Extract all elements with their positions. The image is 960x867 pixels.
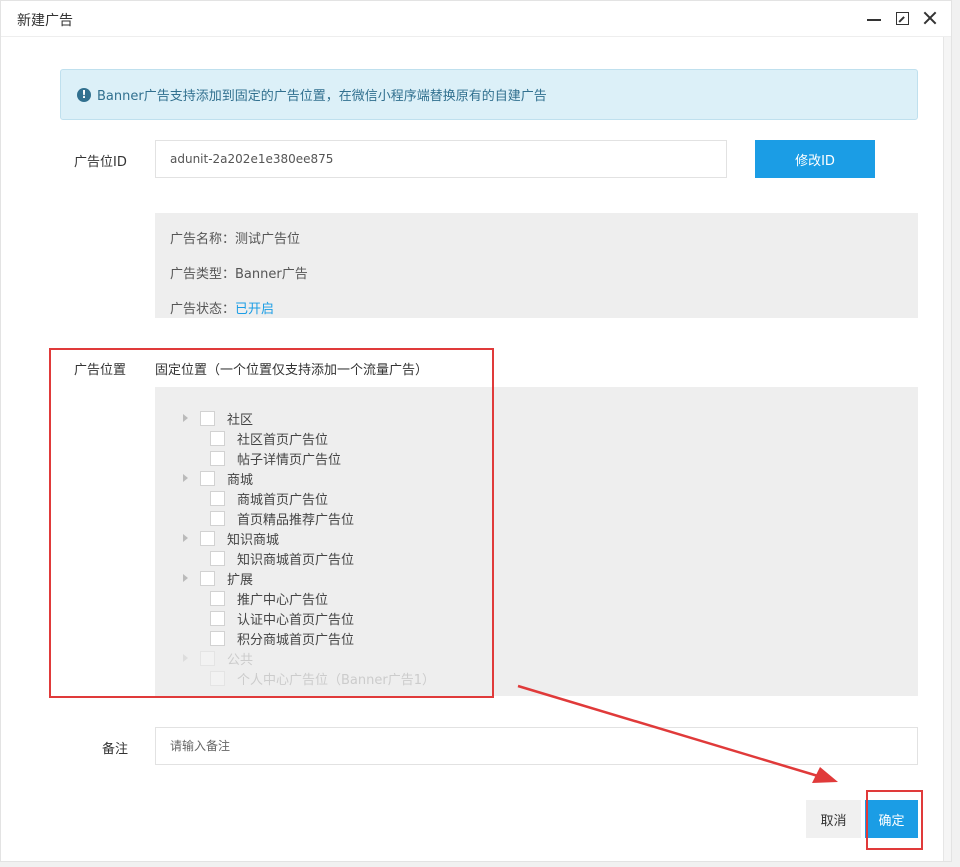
tree-node-mall-home[interactable]: 商城首页广告位	[155, 488, 918, 508]
ad-name-row: 广告名称： 测试广告位	[170, 220, 903, 255]
checkbox[interactable]	[200, 470, 215, 486]
checkbox[interactable]	[200, 570, 215, 586]
ad-type-row: 广告类型： Banner广告	[170, 255, 903, 290]
ad-type-value: Banner广告	[235, 267, 308, 282]
checkbox[interactable]	[210, 630, 225, 646]
checkbox[interactable]	[210, 550, 225, 566]
window-controls	[865, 9, 939, 27]
info-alert: ! Banner广告支持添加到固定的广告位置，在微信小程序端替换原有的自建广告	[60, 69, 918, 120]
checkbox[interactable]	[210, 590, 225, 606]
dialog-titlebar: 新建广告	[1, 1, 951, 37]
minimize-icon[interactable]	[865, 9, 883, 27]
new-ad-dialog: 新建广告 ! Banner广告支持添加到固定的广告位置，在微信小程序端替换原有的…	[0, 0, 952, 862]
ad-unit-id-label: 广告位ID	[74, 155, 127, 170]
tree-node-community-home[interactable]: 社区首页广告位	[155, 428, 918, 448]
expand-arrow-icon[interactable]	[183, 414, 188, 422]
tree-node-label: 知识商城首页广告位	[237, 552, 355, 568]
checkbox[interactable]	[200, 410, 215, 426]
ad-type-label: 广告类型：	[170, 267, 236, 282]
modify-id-button[interactable]: 修改ID	[755, 140, 875, 178]
tree-node-home-featured[interactable]: 首页精品推荐广告位	[155, 508, 918, 528]
exclamation-circle-icon: !	[77, 87, 91, 102]
remark-input[interactable]	[155, 727, 918, 765]
checkbox[interactable]	[200, 530, 215, 546]
expand-arrow-icon[interactable]	[183, 474, 188, 482]
position-tree: 社区 社区首页广告位 帖子详情页广告位 商城 商城首页广告位 首页精品推荐广告位…	[155, 387, 918, 696]
ad-status-value: 已开启	[235, 302, 275, 317]
ad-position-label: 广告位置	[74, 363, 127, 378]
close-icon[interactable]	[921, 9, 939, 27]
tree-node-label: 推广中心广告位	[237, 592, 329, 608]
ad-name-label: 广告名称：	[170, 232, 236, 247]
tree-node-label: 积分商城首页广告位	[237, 632, 355, 648]
confirm-button[interactable]: 确定	[865, 800, 918, 838]
expand-arrow-icon[interactable]	[183, 574, 188, 582]
tree-node-extension[interactable]: 扩展	[155, 568, 918, 588]
tree-node-label: 社区首页广告位	[237, 432, 329, 448]
tree-node-community[interactable]: 社区	[155, 408, 918, 428]
tree-node-mall[interactable]: 商城	[155, 468, 918, 488]
tree-node-label: 帖子详情页广告位	[237, 452, 342, 468]
expand-arrow-icon	[183, 654, 188, 662]
tree-node-knowledge-mall[interactable]: 知识商城	[155, 528, 918, 548]
tree-node-label: 认证中心首页广告位	[237, 612, 355, 628]
checkbox	[210, 670, 225, 686]
ad-unit-id-input[interactable]	[155, 140, 727, 178]
remark-label: 备注	[102, 742, 129, 757]
ad-status-label: 广告状态：	[170, 302, 236, 317]
checkbox[interactable]	[210, 450, 225, 466]
ad-position-description: 固定位置（一个位置仅支持添加一个流量广告）	[155, 363, 429, 378]
ad-info-panel: 广告名称： 测试广告位 广告类型： Banner广告 广告状态： 已开启	[155, 213, 918, 318]
maximize-icon[interactable]	[893, 9, 911, 27]
tree-node-public: 公共	[155, 648, 918, 668]
tree-node-label: 商城首页广告位	[237, 492, 329, 508]
tree-node-label: 公共	[227, 652, 254, 668]
tree-node-label: 首页精品推荐广告位	[237, 512, 355, 528]
checkbox[interactable]	[210, 610, 225, 626]
tree-node-promotion-center[interactable]: 推广中心广告位	[155, 588, 918, 608]
tree-node-label: 扩展	[227, 572, 254, 588]
tree-node-label: 商城	[227, 472, 254, 488]
checkbox[interactable]	[210, 430, 225, 446]
alert-text: Banner广告支持添加到固定的广告位置，在微信小程序端替换原有的自建广告	[97, 89, 547, 104]
tree-node-label: 知识商城	[227, 532, 280, 548]
tree-node-post-detail[interactable]: 帖子详情页广告位	[155, 448, 918, 468]
tree-node-label: 社区	[227, 412, 254, 428]
cancel-button[interactable]: 取消	[806, 800, 861, 838]
checkbox[interactable]	[210, 510, 225, 526]
ad-status-row: 广告状态： 已开启	[170, 290, 903, 325]
tree-node-personal-center: 个人中心广告位（Banner广告1）	[155, 668, 918, 688]
expand-arrow-icon[interactable]	[183, 534, 188, 542]
tree-node-knowledge-mall-home[interactable]: 知识商城首页广告位	[155, 548, 918, 568]
vertical-scrollbar[interactable]	[943, 37, 951, 861]
tree-node-label: 个人中心广告位（Banner广告1）	[237, 672, 435, 688]
dialog-title: 新建广告	[17, 13, 73, 29]
ad-name-value: 测试广告位	[235, 232, 301, 247]
checkbox[interactable]	[210, 490, 225, 506]
tree-node-points-mall-home[interactable]: 积分商城首页广告位	[155, 628, 918, 648]
checkbox	[200, 650, 215, 666]
tree-node-certification-home[interactable]: 认证中心首页广告位	[155, 608, 918, 628]
